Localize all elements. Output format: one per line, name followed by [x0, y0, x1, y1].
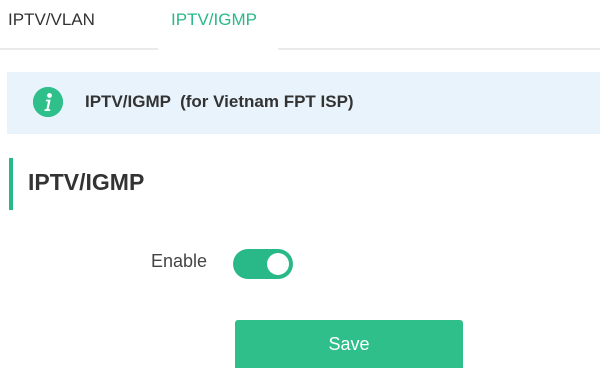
- enable-label: Enable: [151, 251, 208, 271]
- info-banner-text: IPTV/IGMP (for Vietnam FPT ISP): [85, 92, 354, 111]
- info-banner: IPTV/IGMP (for Vietnam FPT ISP): [7, 72, 600, 134]
- section-title: IPTV/IGMP: [28, 169, 145, 195]
- enable-toggle[interactable]: [233, 249, 293, 279]
- tab-iptv-igmp[interactable]: IPTV/IGMP: [171, 10, 257, 30]
- toggle-knob: [267, 253, 289, 275]
- save-button[interactable]: Save: [235, 320, 463, 368]
- section-accent-bar: [9, 158, 13, 210]
- active-tab-indicator: [158, 48, 278, 50]
- tab-iptv-vlan[interactable]: IPTV/VLAN: [8, 10, 95, 30]
- info-icon: [33, 87, 63, 117]
- tab-bar: IPTV/VLAN IPTV/IGMP: [0, 0, 600, 50]
